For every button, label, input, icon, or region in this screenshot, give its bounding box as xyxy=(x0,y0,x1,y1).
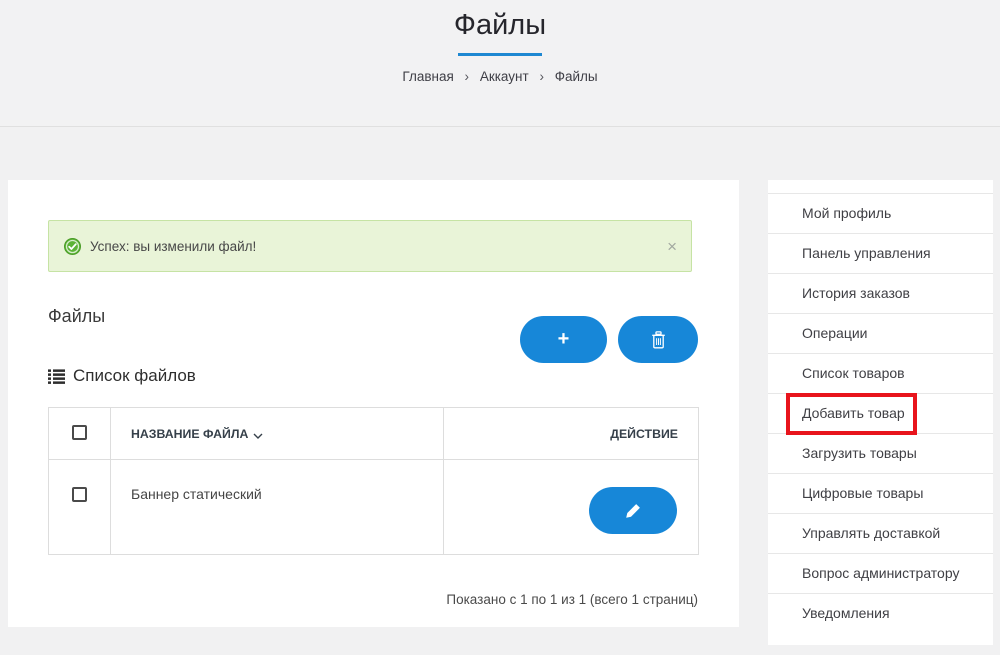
list-heading-label: Список файлов xyxy=(73,366,196,386)
page-title: Файлы xyxy=(0,9,1000,42)
section-title: Файлы xyxy=(48,306,105,327)
breadcrumb-current: Файлы xyxy=(555,69,598,84)
breadcrumb: Главная › Аккаунт › Файлы xyxy=(0,69,1000,84)
delete-files-button[interactable] xyxy=(618,316,698,363)
sidebar-item-product-list[interactable]: Список товаров xyxy=(768,353,993,393)
plus-icon: + xyxy=(558,329,570,349)
sidebar-item-manage-shipping[interactable]: Управлять доставкой xyxy=(768,513,993,553)
add-file-button[interactable]: + xyxy=(520,316,607,363)
sidebar-item-add-product[interactable]: Добавить товар xyxy=(768,393,993,433)
close-icon[interactable]: × xyxy=(667,238,677,255)
file-name-cell: Баннер статический xyxy=(111,460,444,555)
toolbar: + xyxy=(520,316,698,363)
sidebar-item-digital-products[interactable]: Цифровые товары xyxy=(768,473,993,513)
select-all-checkbox[interactable] xyxy=(72,425,87,440)
breadcrumb-account-link[interactable]: Аккаунт xyxy=(480,69,529,84)
sidebar-item-upload-products[interactable]: Загрузить товары xyxy=(768,433,993,473)
select-all-cell xyxy=(49,408,111,460)
chevron-down-icon xyxy=(253,428,263,442)
pagination-text: Показано с 1 по 1 из 1 (всего 1 страниц) xyxy=(446,592,698,607)
column-header-action: ДЕЙСТВИЕ xyxy=(444,408,699,460)
alert-message: Успех: вы изменили файл! xyxy=(90,239,256,254)
row-checkbox-cell xyxy=(49,460,111,555)
sidebar-item-transactions[interactable]: Операции xyxy=(768,313,993,353)
trash-icon xyxy=(651,331,666,349)
sidebar-item-dashboard[interactable]: Панель управления xyxy=(768,233,993,273)
column-header-name[interactable]: НАЗВАНИЕ ФАЙЛА xyxy=(111,408,444,460)
list-heading: Список файлов xyxy=(48,366,196,386)
breadcrumb-home-link[interactable]: Главная xyxy=(402,69,453,84)
success-alert: Успех: вы изменили файл! × xyxy=(48,220,692,272)
table-row: Баннер статический xyxy=(49,460,699,555)
files-panel: Успех: вы изменили файл! × Файлы + xyxy=(8,180,739,627)
files-table: НАЗВАНИЕ ФАЙЛА ДЕЙСТВИЕ Баннер статическ… xyxy=(48,407,699,555)
sidebar-item-profile[interactable]: Мой профиль xyxy=(768,193,993,233)
file-action-cell xyxy=(444,460,699,555)
sidebar-item-order-history[interactable]: История заказов xyxy=(768,273,993,313)
sidebar-item-ask-admin[interactable]: Вопрос администратору xyxy=(768,553,993,593)
edit-file-button[interactable] xyxy=(589,487,677,534)
row-checkbox[interactable] xyxy=(72,487,87,502)
title-underline xyxy=(458,53,542,56)
account-sidebar: Мой профиль Панель управления История за… xyxy=(768,180,993,645)
sidebar-item-notifications[interactable]: Уведомления xyxy=(768,593,993,633)
page-header: Файлы Главная › Аккаунт › Файлы xyxy=(0,0,1000,127)
success-check-icon xyxy=(64,238,81,255)
breadcrumb-separator: › xyxy=(539,69,544,84)
list-icon xyxy=(48,369,65,384)
pencil-icon xyxy=(625,503,641,519)
breadcrumb-separator: › xyxy=(465,69,470,84)
table-header-row: НАЗВАНИЕ ФАЙЛА ДЕЙСТВИЕ xyxy=(49,408,699,460)
